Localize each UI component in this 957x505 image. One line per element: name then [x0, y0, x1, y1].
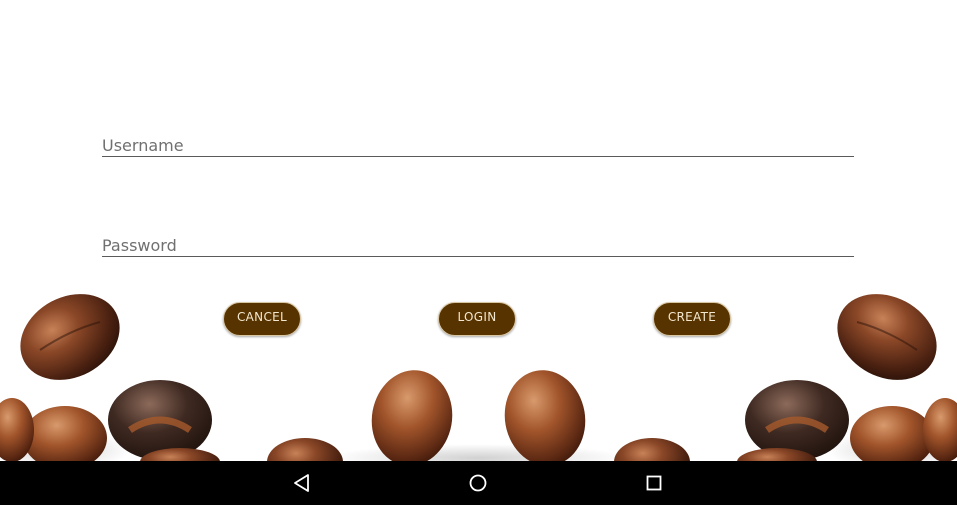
coffee-bean: [140, 448, 220, 461]
back-icon[interactable]: [290, 471, 314, 495]
cancel-button[interactable]: CANCEL: [223, 302, 301, 336]
home-icon[interactable]: [466, 471, 490, 495]
coffee-bean: [371, 370, 453, 461]
login-button[interactable]: LOGIN: [438, 302, 516, 336]
coffee-bean: [267, 438, 343, 461]
coffee-bean: [850, 406, 934, 461]
recents-icon[interactable]: [642, 471, 666, 495]
login-screen: CANCEL LOGIN CREATE: [0, 0, 957, 505]
coffee-bean: [614, 438, 690, 461]
password-input[interactable]: [102, 236, 854, 255]
coffee-bean: [923, 398, 957, 461]
create-button[interactable]: CREATE: [653, 302, 731, 336]
coffee-bean: [504, 370, 586, 461]
coffee-bean: [0, 398, 34, 461]
username-input[interactable]: [102, 136, 854, 155]
coffee-bean: [20, 294, 120, 380]
coffee-bean: [745, 380, 849, 460]
coffee-bean: [737, 448, 817, 461]
coffee-bean: [837, 294, 937, 380]
coffee-bean: [108, 380, 212, 460]
coffee-bean: [23, 406, 107, 461]
username-field[interactable]: [102, 130, 854, 157]
system-navigation-bar: [0, 461, 957, 505]
password-field[interactable]: [102, 230, 854, 257]
